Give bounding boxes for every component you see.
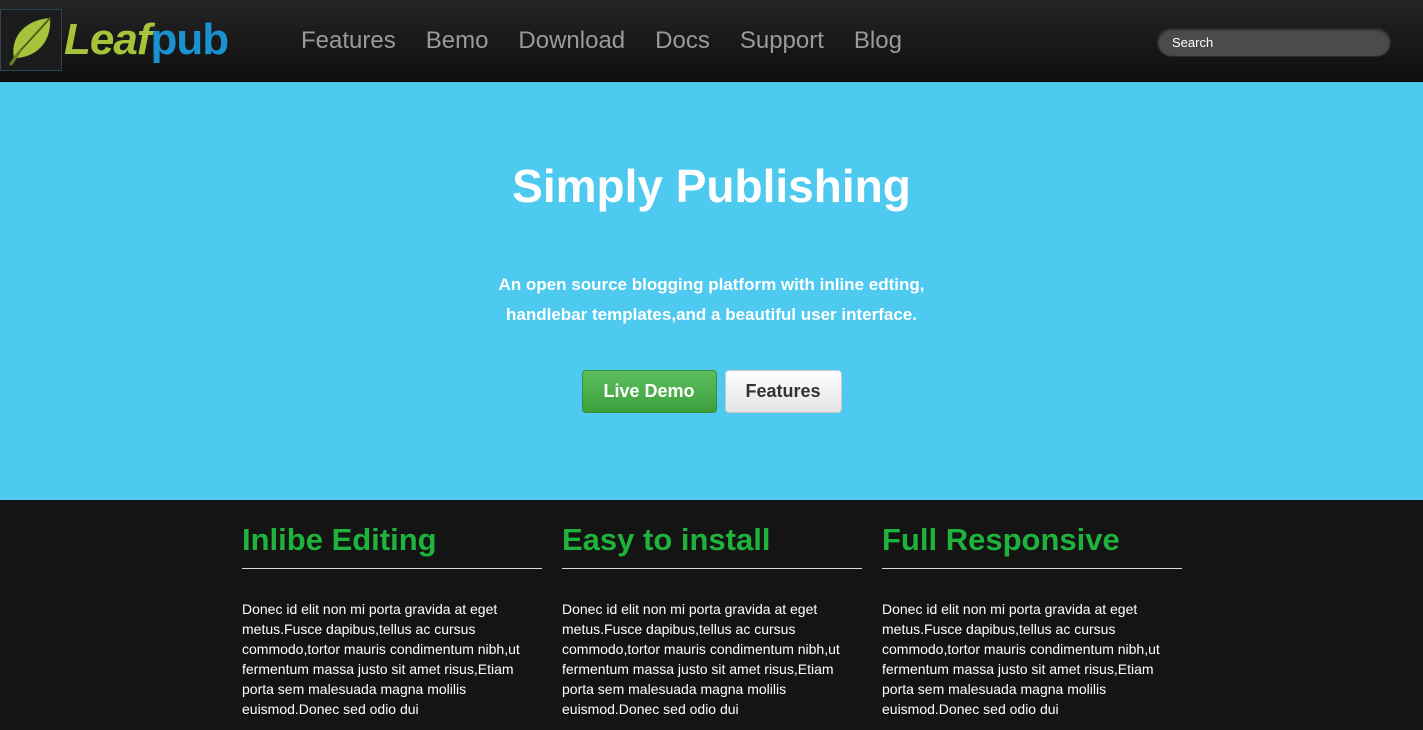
live-demo-button[interactable]: Live Demo — [581, 370, 717, 413]
main-nav: Features Bemo Download Docs Support Blog — [286, 0, 917, 82]
feature-column-easy-install: Easy to install Donec id elit non mi por… — [562, 500, 862, 719]
hero-title: Simply Publishing — [512, 160, 911, 212]
features-button[interactable]: Features — [724, 370, 842, 413]
features-section: Inlibe Editing Donec id elit non mi port… — [0, 500, 1423, 730]
nav-item-features[interactable]: Features — [286, 0, 411, 82]
nav-item-download[interactable]: Download — [503, 0, 640, 82]
brand-name-part1: Leaf — [64, 15, 151, 64]
brand-name-part2: pub — [150, 15, 229, 64]
feature-description: Donec id elit non mi porta gravida at eg… — [242, 601, 520, 717]
feature-title: Easy to install — [562, 500, 862, 569]
brand-wordmark: Leafpub — [64, 9, 229, 71]
nav-item-docs[interactable]: Docs — [640, 0, 725, 82]
hero-subtitle: An open source blogging platform with in… — [0, 270, 1423, 330]
nav-item-support[interactable]: Support — [725, 0, 839, 82]
nav-item-blog[interactable]: Blog — [839, 0, 917, 82]
hero-subtitle-line-2: handlebar templates,and a beautiful user… — [506, 305, 917, 324]
feature-column-responsive: Full Responsive Donec id elit non mi por… — [882, 500, 1182, 719]
feature-column-inline-editing: Inlibe Editing Donec id elit non mi port… — [242, 500, 542, 719]
search-input[interactable] — [1157, 28, 1391, 57]
leaf-icon — [0, 9, 62, 71]
hero-section: Simply Publishing An open source bloggin… — [0, 82, 1423, 500]
hero-buttons: Live Demo Features — [0, 370, 1423, 413]
feature-title: Full Responsive — [882, 500, 1182, 569]
feature-title: Inlibe Editing — [242, 500, 542, 569]
top-navbar: Leafpub Features Bemo Download Docs Supp… — [0, 0, 1423, 82]
brand-logo[interactable]: Leafpub — [0, 9, 229, 71]
feature-description: Donec id elit non mi porta gravida at eg… — [562, 601, 840, 717]
nav-item-bemo[interactable]: Bemo — [411, 0, 504, 82]
hero-subtitle-line-1: An open source blogging platform with in… — [498, 275, 925, 294]
feature-description: Donec id elit non mi porta gravida at eg… — [882, 601, 1160, 717]
